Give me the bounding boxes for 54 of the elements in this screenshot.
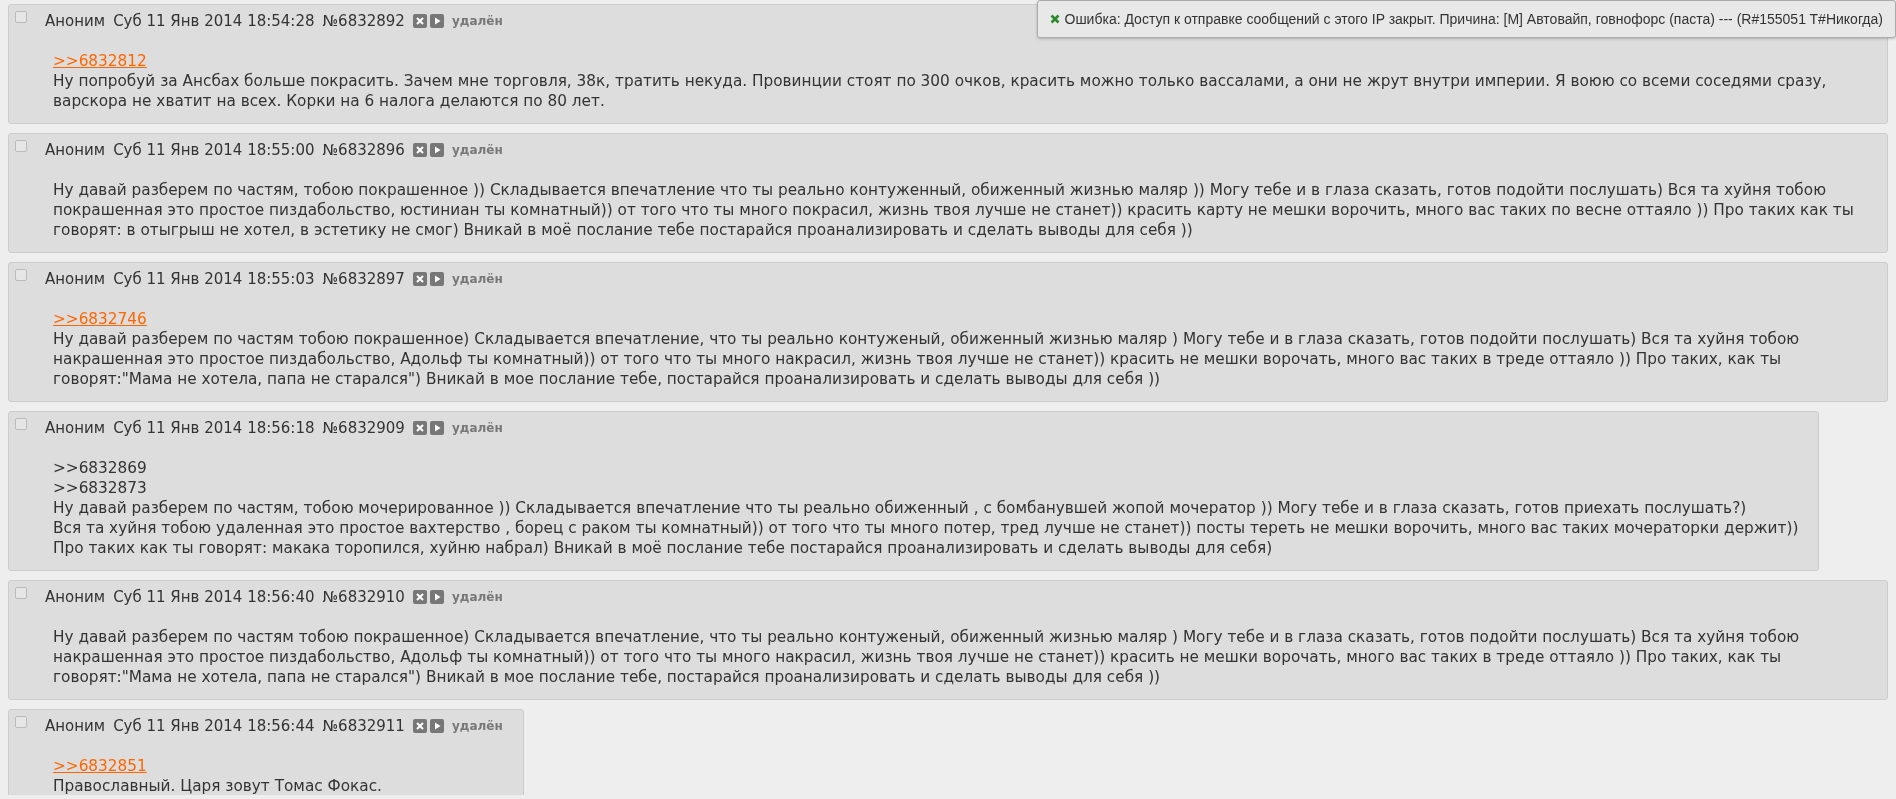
post-text: Ну давай разберем по частям, тобою покрашенное )) Складывается впечатление что ты реально контуженный, обиженный жизнью маляр )) Могу тебе и в глаза сказать, готов подойти послушать) Вся та хуйня тобою покрашенная это простое пиздабольство, юстиниан ты комнатный)) от того что ты много покрасил, жизнь твоя лучше не станет)) красить карту не мешки ворочить, много вас таких по весне оттаяло )) Про таких как ты говорят: в отыгрыш не хотел, в эстетику не смог) Вникай в моё послание тебе постарайся проанализировать и сделать выводы для себя ))	[53, 180, 1855, 240]
post-date: Суб 11 Янв 2014 18:56:18	[113, 419, 315, 437]
play-icon[interactable]	[429, 272, 444, 286]
post-date: Суб 11 Янв 2014 18:56:40	[113, 588, 315, 606]
post-date: Суб 11 Янв 2014 18:54:28	[113, 12, 315, 30]
deleted-label: удалён	[451, 421, 503, 435]
post-text: Ну давай разберем по частям тобою покрашенное) Складывается впечатление, что ты реально контуженый, обиженный жизнью маляр ) Могу тебе и в глаза сказать, готов подойти послушать) Вся та хуйня тобою накрашенная это простое пиздабольство, Адольф ты комнатный)) от того что ты много накрасил, жизнь твоя лучше не станет)) красить не мешки ворочать, много вас таких в треде оттаяло )) Про таких, как ты говорят:"Мама не хотела, папа не старался") Вникай в мое послание тебе, постарайся проанализировать и сделать выводы для себя ))	[53, 329, 1801, 389]
post-number[interactable]: №6832892	[322, 12, 405, 30]
deleted-label: удалён	[451, 590, 503, 604]
error-icon	[1049, 14, 1060, 24]
close-icon[interactable]	[412, 590, 427, 604]
post-number[interactable]: №6832910	[322, 588, 405, 606]
deleted-label: удалён	[451, 272, 503, 286]
post-number[interactable]: №6832896	[322, 141, 405, 159]
deleted-label: удалён	[451, 719, 503, 733]
post-date: Суб 11 Янв 2014 18:56:44	[113, 717, 315, 735]
close-icon[interactable]	[412, 272, 427, 286]
post-text: Про таких как ты говорят: макака торопился, хуйню набрал) Вникай в моё послание тебе постарайся проанализировать и сделать выводы для себя)	[53, 538, 1274, 558]
post-text: Ну давай разберем по частям, тобою мочерированное )) Складывается впечатление что ты реально обиженный , с бомбанувшей жопой мочератор )) Могу тебе и в глаза сказать, готов приехать послушать?)	[53, 498, 1748, 518]
post-text: Вся та хуйня тобою удаленная это простое вахтерство , борец с раком ты комнатный)) от того что ты много потер, тред лучше не станет)) посты тереть не мешки ворочить, много вас таких мочераторки держит))	[53, 518, 1799, 538]
close-icon[interactable]	[412, 421, 427, 435]
deleted-label: удалён	[451, 143, 503, 157]
checkbox[interactable]	[15, 269, 27, 281]
checkbox[interactable]	[15, 716, 27, 728]
play-icon[interactable]	[429, 421, 444, 435]
post-text: Ну давай разберем по частям тобою покрашенное) Складывается впечатление, что ты реально контуженый, обиженный жизнью маляр ) Могу тебе и в глаза сказать, готов подойти послушать) Вся та хуйня тобою накрашенная это простое пиздабольство, Адольф ты комнатный)) от того что ты много накрасил, жизнь твоя лучше не станет)) красить не мешки ворочать, много вас таких в треде оттаяло )) Про таких, как ты говорят:"Мама не хотела, папа не старался") Вникай в мое послание тебе, постарайся проанализировать и сделать выводы для себя ))	[53, 627, 1801, 687]
poster-name: Аноним	[45, 12, 106, 30]
poster-name: Аноним	[45, 419, 106, 437]
play-icon[interactable]	[429, 590, 444, 604]
checkbox[interactable]	[15, 418, 27, 430]
poster-name: Аноним	[45, 141, 106, 159]
checkbox[interactable]	[15, 587, 27, 599]
checkbox[interactable]	[15, 11, 27, 23]
close-icon[interactable]	[412, 14, 427, 28]
post-text: Ну попробуй за Ансбах больше покрасить. Зачем мне торговля, 38к, тратить некуда. Провинции стоят по 300 очков, красить можно только вассалами, а они не жрут внутри империи. Я воюю со всеми соседями сразу, варскора не хватит на всех. Корки на 6 налога делаются по 80 лет.	[53, 71, 1828, 111]
close-icon[interactable]	[412, 719, 427, 733]
post-number[interactable]: №6832909	[322, 419, 405, 437]
play-icon[interactable]	[429, 143, 444, 157]
post-text: >>6832873	[53, 478, 148, 498]
poster-name: Аноним	[45, 717, 106, 735]
poster-name: Аноним	[45, 270, 106, 288]
checkbox[interactable]	[15, 140, 27, 152]
post-text: Православный. Царя зовут Томас Фокас.	[53, 776, 383, 795]
play-icon[interactable]	[429, 14, 444, 28]
deleted-label: удалён	[451, 14, 503, 28]
play-icon[interactable]	[429, 719, 444, 733]
post-date: Суб 11 Янв 2014 18:55:03	[113, 270, 315, 288]
post-number[interactable]: №6832897	[322, 270, 405, 288]
post-number[interactable]: №6832911	[322, 717, 405, 735]
poster-name: Аноним	[45, 588, 106, 606]
close-icon[interactable]	[412, 143, 427, 157]
error-message: Ошибка: Доступ к отправке сообщений с этого IP закрыт. Причина: [M] Автовайп, говнофорс (паста) --- (R#155051 T#Никогда)	[1064, 11, 1883, 27]
post-text: >>6832869	[53, 458, 148, 478]
post-date: Суб 11 Янв 2014 18:55:00	[113, 141, 315, 159]
